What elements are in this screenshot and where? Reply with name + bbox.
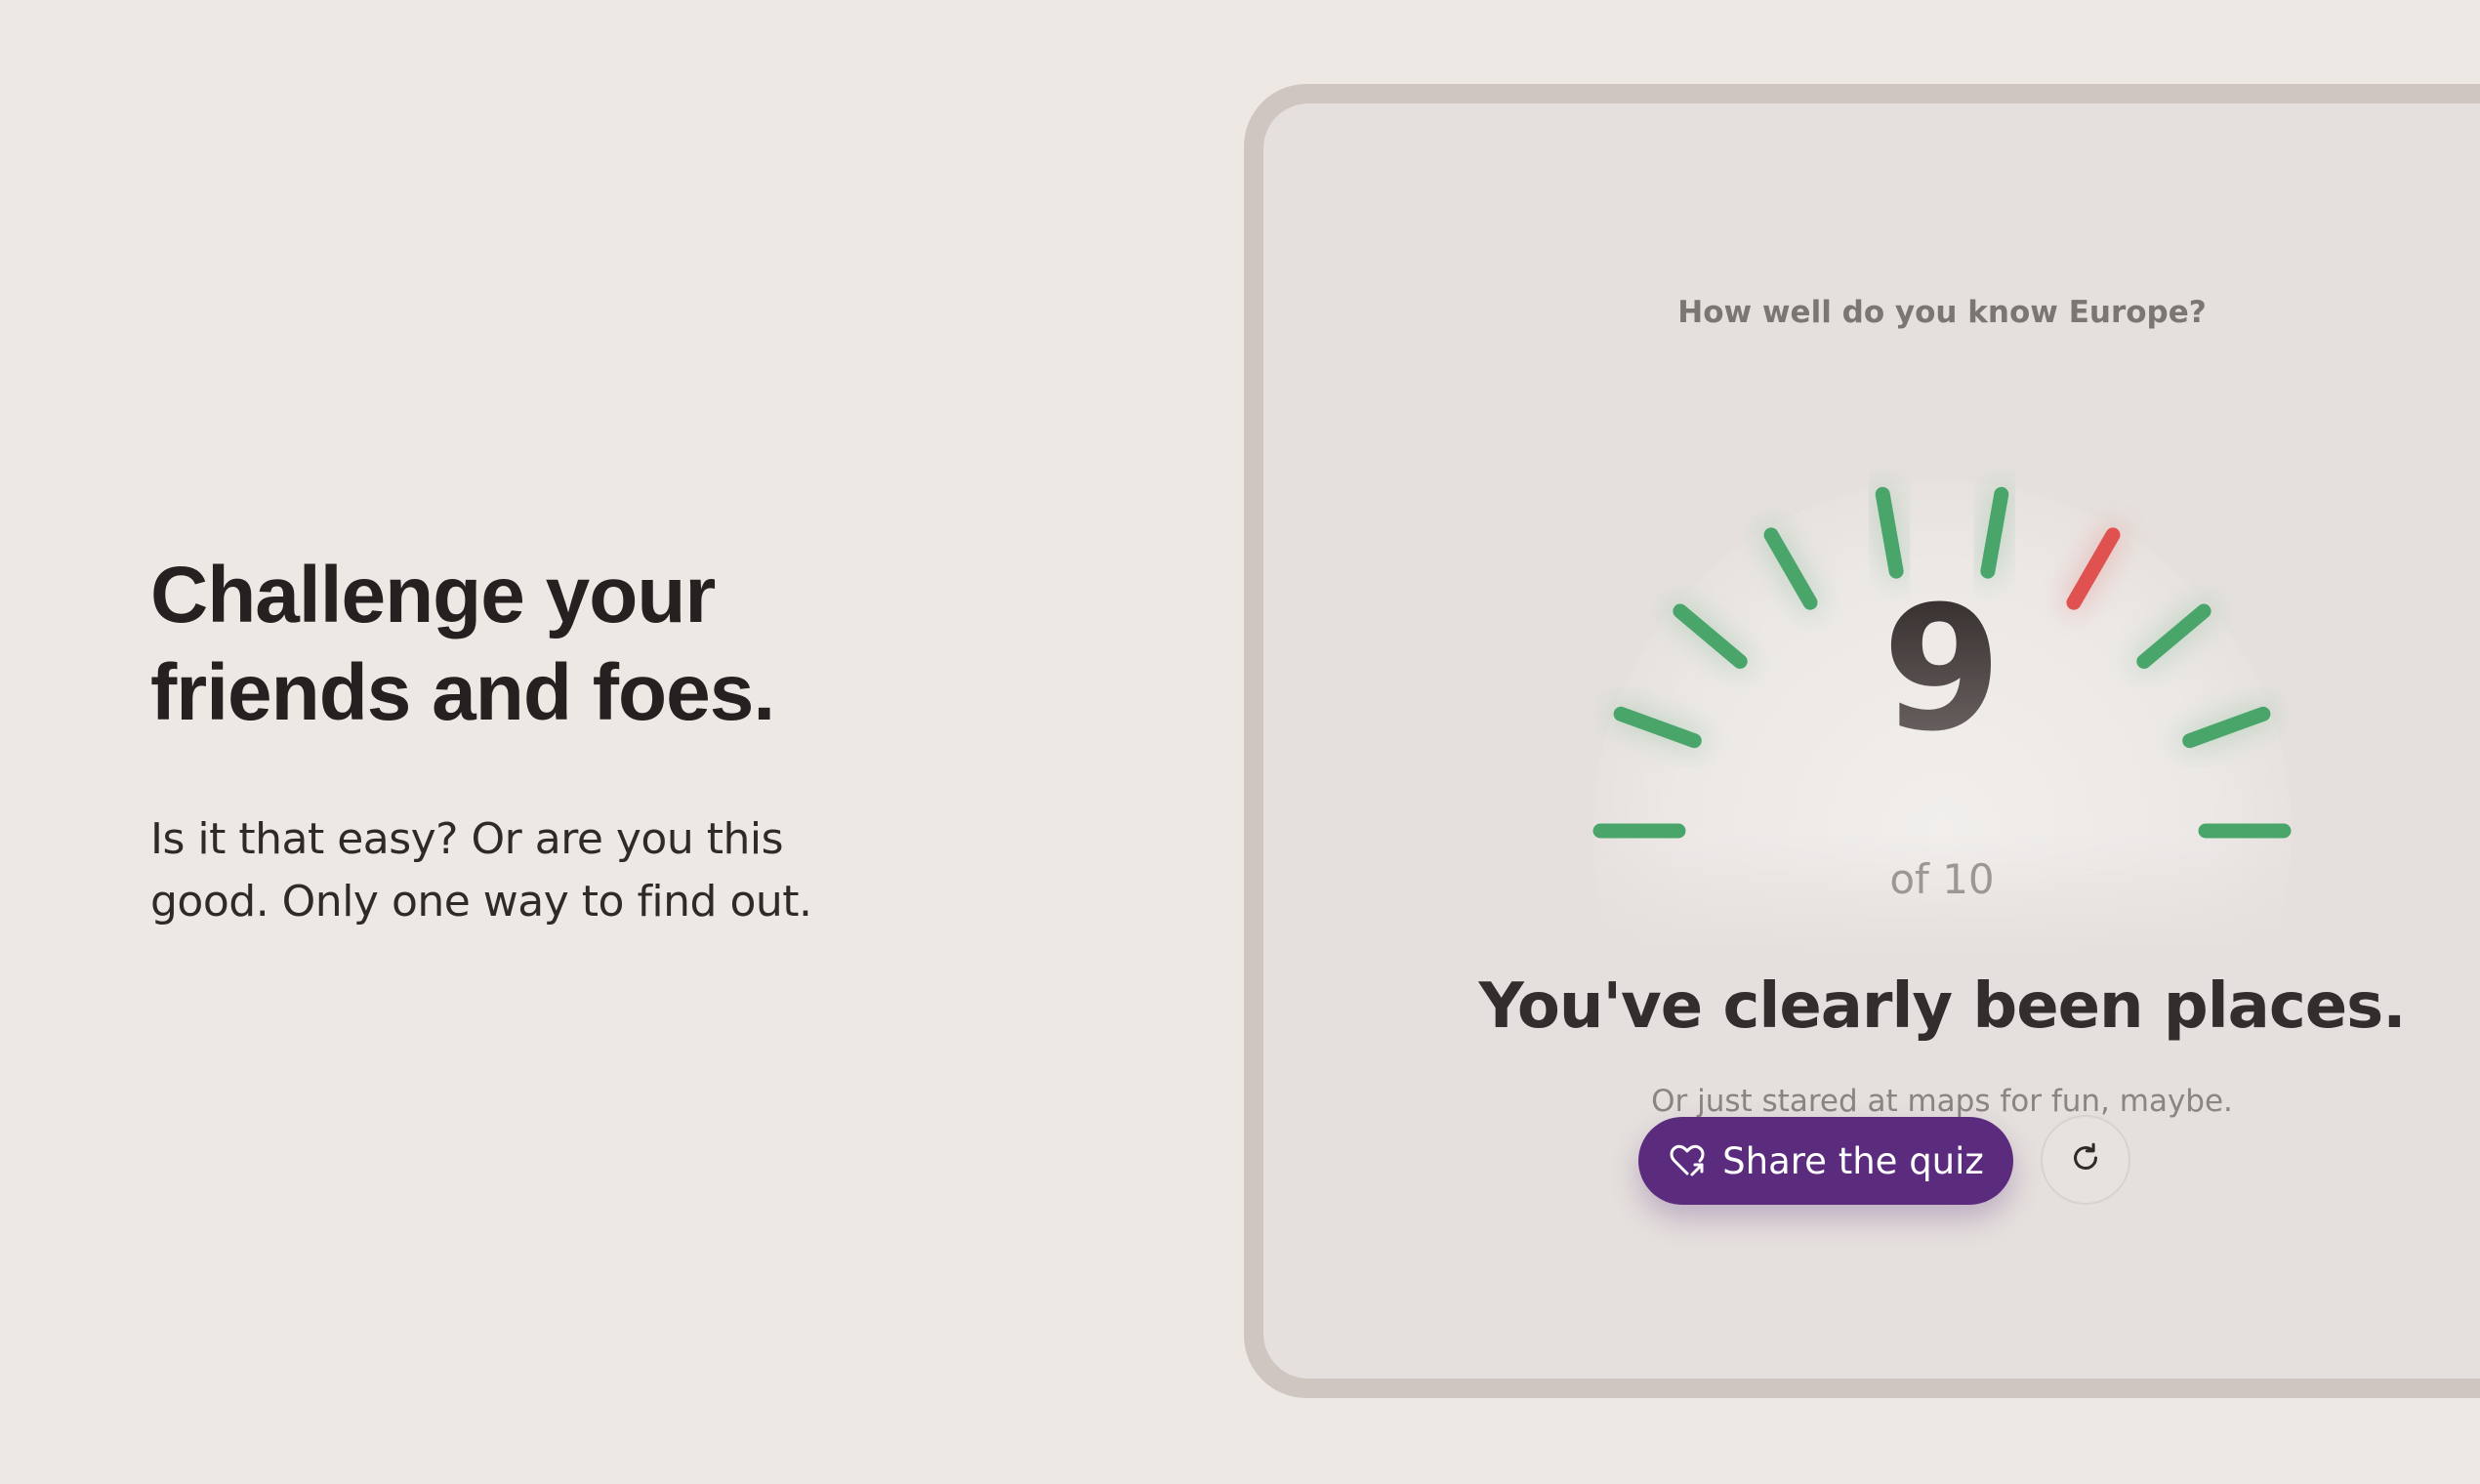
promo-section: Challenge your friends and foes. Is it t… [150, 547, 892, 933]
promo-headline: Challenge your friends and foes. [150, 551, 775, 737]
share-button-label: Share the quiz [1722, 1139, 1984, 1182]
refresh-icon [2067, 1139, 2104, 1181]
quiz-title: How well do you know Europe? [1677, 295, 2207, 330]
score-total: of 10 [1889, 855, 1995, 903]
result-heading: You've clearly been places. [1478, 970, 2406, 1043]
promo-subcopy: Is it that easy? Or are you this good. O… [150, 814, 812, 927]
page: Challenge your friends and foes. Is it t… [0, 0, 2480, 1484]
result-subtext: Or just stared at maps for fun, maybe. [1651, 1084, 2233, 1119]
restart-quiz-button[interactable] [2041, 1115, 2130, 1205]
heart-share-icon [1668, 1141, 1707, 1180]
device-frame: How well do you know Europe? 9 of 10 You… [1244, 84, 2480, 1398]
quiz-result-screen: How well do you know Europe? 9 of 10 You… [1263, 103, 2480, 1379]
score-value: 9 [1263, 584, 2480, 756]
share-quiz-button[interactable]: Share the quiz [1638, 1117, 2013, 1205]
